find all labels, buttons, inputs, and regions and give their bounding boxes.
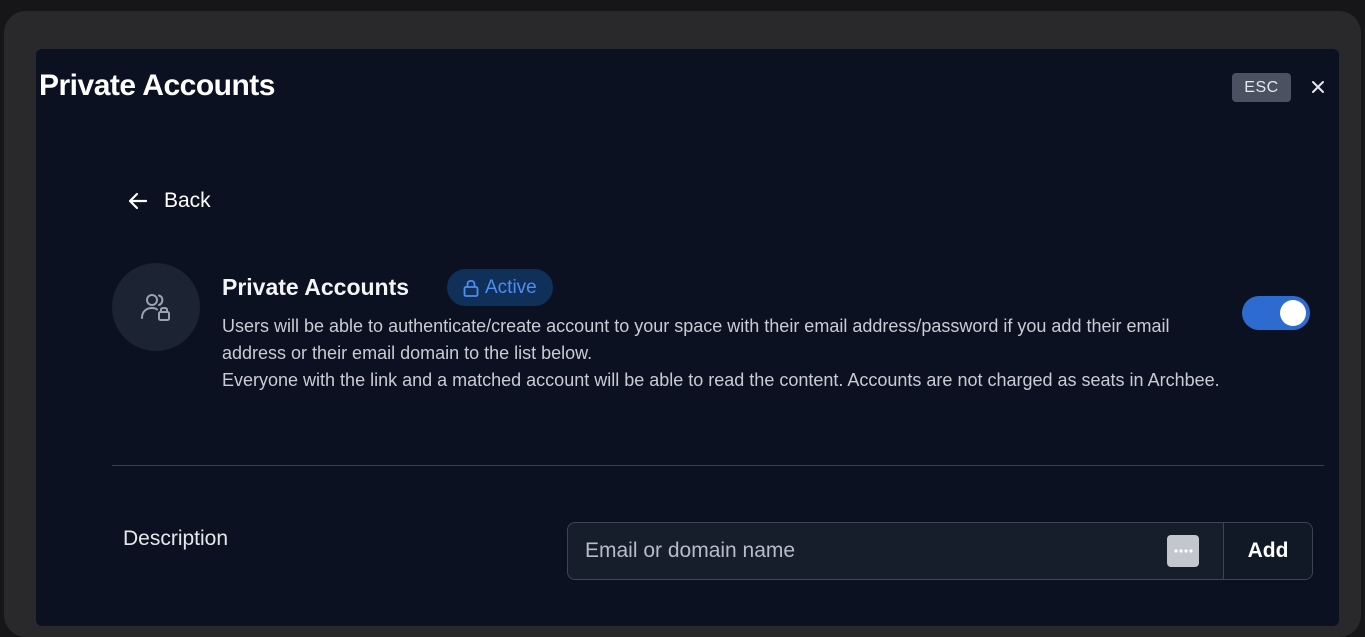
close-icon[interactable] [1306, 75, 1330, 99]
modal-title: Private Accounts [39, 69, 275, 102]
private-accounts-modal: Private Accounts ESC Back Private Accoun… [36, 49, 1339, 626]
add-button[interactable]: Add [1223, 523, 1312, 579]
description-paragraph: Users will be able to authenticate/creat… [222, 316, 1170, 363]
password-manager-icon[interactable] [1167, 535, 1199, 567]
description-label: Description [123, 527, 229, 550]
section-description: Users will be able to authenticate/creat… [222, 313, 1222, 394]
toggle-knob [1280, 300, 1306, 326]
email-domain-input[interactable] [568, 523, 1167, 579]
private-accounts-toggle[interactable] [1242, 296, 1310, 330]
status-badge: Active [447, 269, 553, 306]
email-domain-input-group: Add [567, 522, 1313, 580]
back-label: Back [164, 189, 211, 212]
back-button[interactable]: Back [126, 189, 211, 213]
divider [112, 465, 1324, 466]
status-label: Active [485, 276, 537, 298]
section-title: Private Accounts [222, 274, 410, 300]
arrow-left-icon [128, 192, 148, 210]
avatar [112, 263, 200, 351]
description-paragraph: Everyone with the link and a matched acc… [222, 370, 1220, 390]
users-lock-icon [141, 294, 170, 321]
esc-badge[interactable]: ESC [1232, 73, 1291, 102]
window-frame: Private Accounts ESC Back Private Accoun… [4, 11, 1361, 637]
lock-icon [463, 279, 479, 297]
